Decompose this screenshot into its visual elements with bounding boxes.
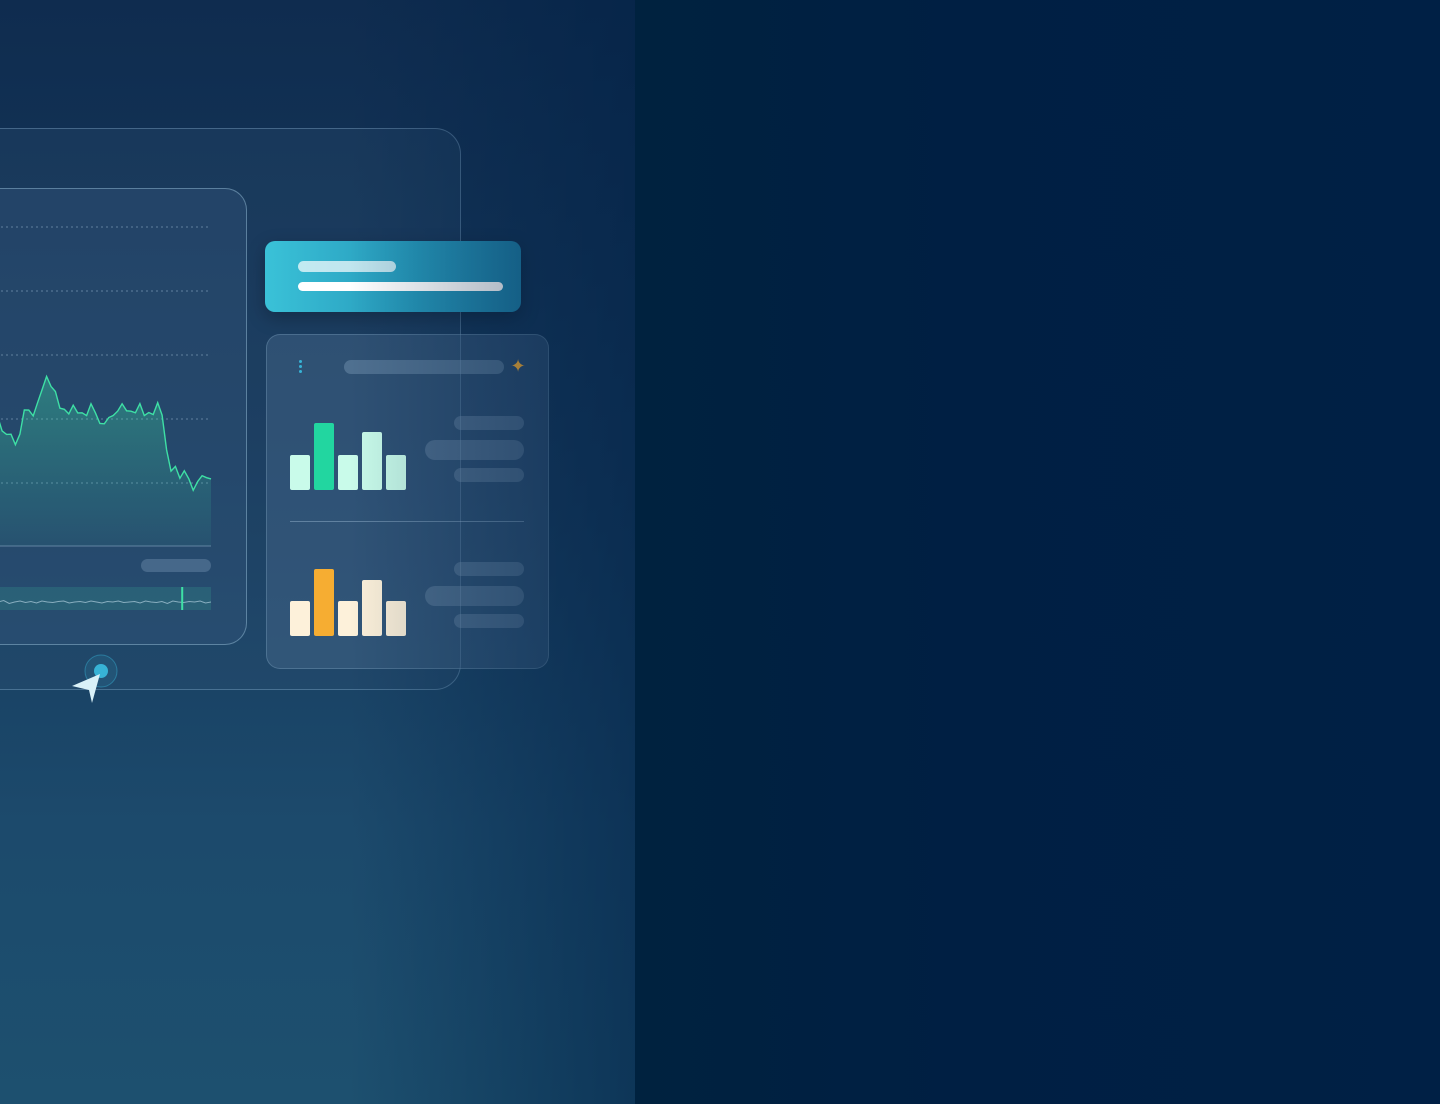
bottom-bar-5 — [386, 601, 406, 636]
tag-subtitle-placeholder — [298, 282, 503, 291]
highlight-tag[interactable] — [265, 241, 521, 312]
chart-range-label-placeholder — [141, 559, 211, 572]
tag-title-placeholder — [298, 261, 396, 272]
card-title-placeholder — [344, 360, 504, 374]
bottom-stat-line-3 — [454, 614, 524, 628]
chart-area-fill — [0, 376, 211, 546]
top-bar-2 — [314, 423, 334, 490]
right-background-panel — [635, 0, 1440, 1104]
sparkle-icon: ✦ — [510, 356, 526, 377]
bottom-bar-4 — [362, 580, 382, 636]
bottom-bar-2 — [314, 569, 334, 636]
bottom-stat-line-2 — [425, 586, 524, 606]
top-bar-5 — [386, 455, 406, 490]
top-bar-3 — [338, 455, 358, 490]
top-stat-line-3 — [454, 468, 524, 482]
cursor-arrow-icon — [72, 674, 100, 703]
left-hero-panel: ✦ — [0, 0, 635, 1104]
card-divider — [290, 521, 524, 522]
top-bar-1 — [290, 455, 310, 490]
kebab-menu-icon[interactable] — [297, 360, 303, 378]
top-stat-line-1 — [454, 416, 524, 430]
bottom-bar-3 — [338, 601, 358, 636]
line-chart — [0, 226, 212, 610]
bottom-bar-1 — [290, 601, 310, 636]
line-chart-card — [0, 188, 247, 645]
top-stat-line-2 — [425, 440, 524, 460]
stats-card: ✦ — [266, 334, 549, 669]
bottom-stat-line-1 — [454, 562, 524, 576]
top-bar-4 — [362, 432, 382, 490]
navigator-track[interactable] — [0, 587, 211, 610]
cursor-indicator — [70, 652, 122, 708]
